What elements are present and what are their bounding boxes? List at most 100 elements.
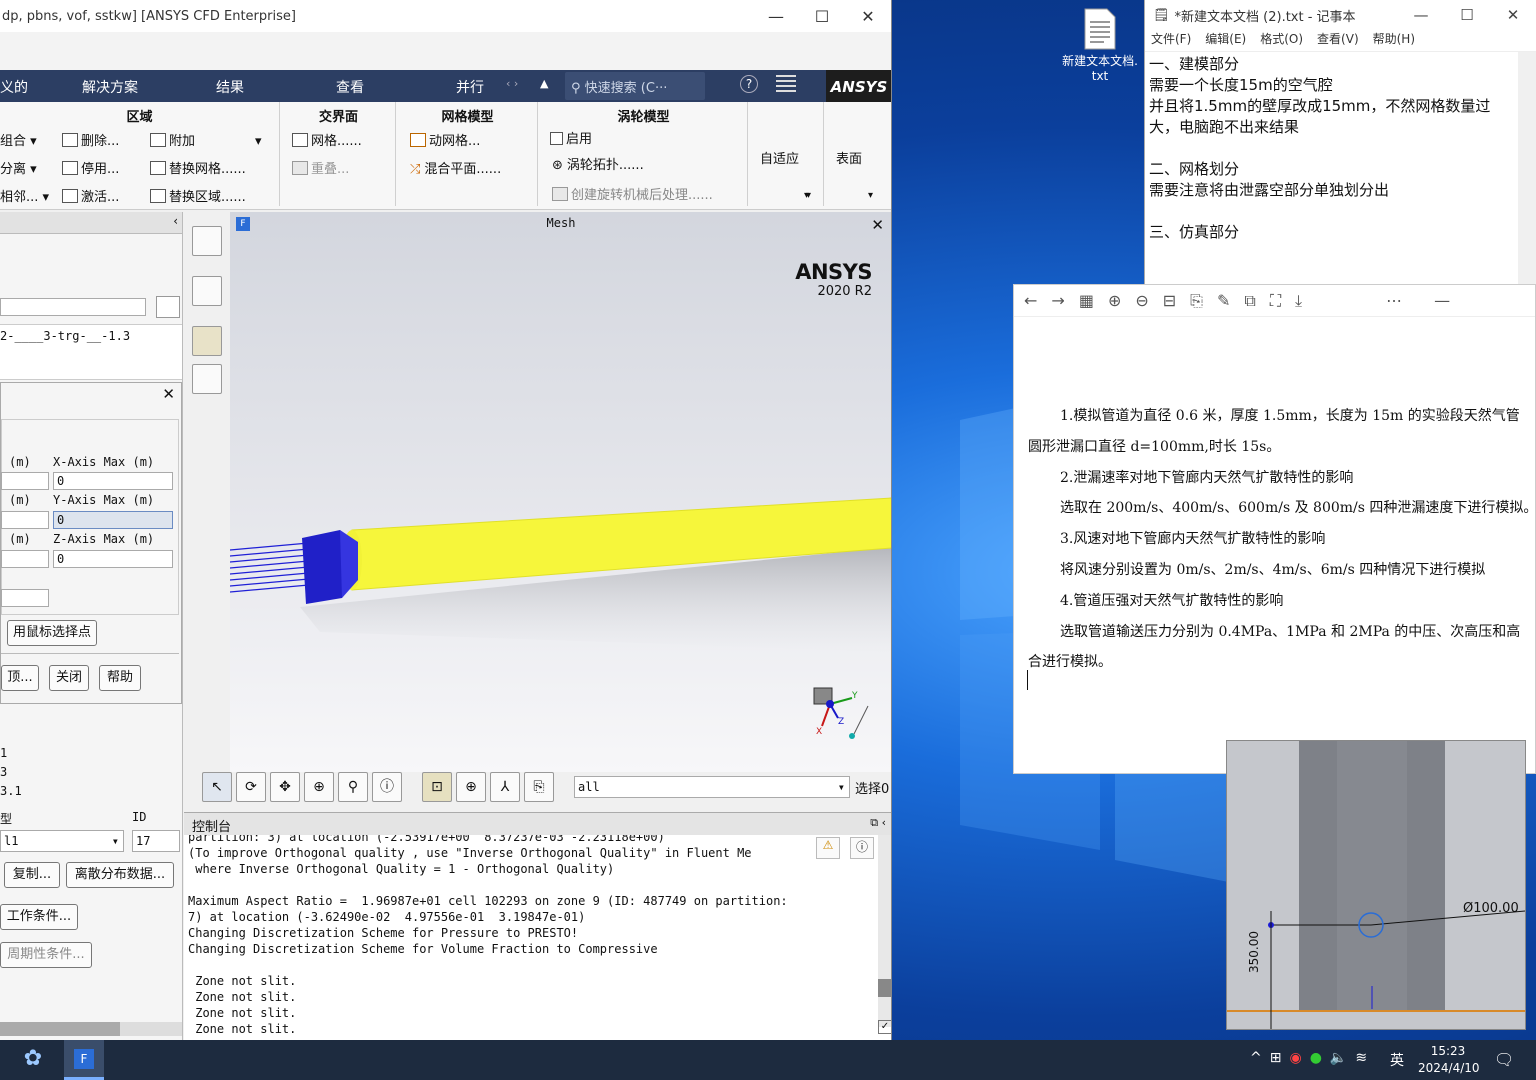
quick-search-input[interactable]: ⚲ 快速搜索 (C··· (565, 72, 705, 100)
overset-button[interactable]: 重叠... (292, 158, 349, 177)
horizontal-scrollbar[interactable] (0, 1022, 182, 1036)
turbo-enable-checkbox[interactable]: 启用 (550, 128, 592, 147)
combine-button[interactable]: 组合 ▾ (0, 130, 37, 149)
notepad-maximize-button[interactable]: ☐ (1444, 6, 1490, 24)
help-icon[interactable]: ? (740, 75, 758, 93)
turbo-postprocess-button[interactable]: 创建旋转机械后处理...... (552, 184, 713, 203)
clock[interactable]: 15:23 2024/4/10 (1418, 1043, 1480, 1077)
console-scrollbar[interactable] (878, 835, 891, 1027)
delete-button[interactable]: 删除... (62, 130, 119, 149)
deactivate-button[interactable]: 停用... (62, 158, 119, 177)
show-hidden-icon[interactable]: ^ (1250, 1050, 1270, 1066)
view-options-icon[interactable]: ⎘ (524, 772, 554, 802)
zoom-in-icon[interactable]: ⊕ (456, 772, 486, 802)
zoom-in-icon[interactable]: ⊕ (1108, 291, 1121, 310)
append-button[interactable]: 附加 ▾ (150, 130, 262, 149)
maximize-button[interactable]: ☐ (799, 7, 845, 26)
more-options-icon[interactable]: ⋯ (1386, 291, 1402, 310)
adapt-button[interactable]: 自适应 (760, 148, 799, 167)
x-max-input[interactable]: 0 (53, 472, 173, 490)
notepad-menu-help[interactable]: 帮助(H) (1373, 30, 1415, 51)
discrete-data-button[interactable]: 离散分布数据... (66, 862, 174, 888)
forward-arrow-icon[interactable]: → (1051, 291, 1064, 310)
help-button[interactable]: 帮助 (99, 665, 141, 691)
tree-filter-input[interactable] (0, 298, 146, 316)
taskbar-fluent-button[interactable]: F (64, 1040, 104, 1080)
console-output[interactable]: partition: 3) at location (-2.53917e+00 … (188, 829, 788, 1037)
wechat-icon[interactable]: ● (1310, 1050, 1330, 1066)
notepad-menu-format[interactable]: 格式(O) (1260, 30, 1303, 51)
pan-icon[interactable]: ✥ (270, 772, 300, 802)
menu-tab-view[interactable]: 查看 (336, 77, 364, 97)
id-input[interactable]: 17 (132, 830, 180, 852)
select-points-button[interactable]: 用鼠标选择点 (7, 620, 97, 646)
rotate-page-icon[interactable]: ⎘ (1190, 291, 1203, 311)
copy-button[interactable]: 复制... (4, 862, 60, 888)
layout-menu-icon[interactable] (776, 75, 796, 93)
activate-button[interactable]: 激活... (62, 186, 119, 205)
close-button[interactable]: 关闭 (49, 665, 89, 691)
ime-indicator[interactable]: 英 (1390, 1050, 1404, 1070)
close-window-button[interactable]: ✕ (845, 7, 891, 26)
zoom-out-icon[interactable]: ⊖ (1135, 291, 1148, 310)
console-undock-icon[interactable]: ⧉ ‹ (870, 816, 886, 830)
menu-scroll-arrows-icon[interactable]: ‹ › (506, 77, 518, 90)
z-max-input[interactable]: 0 (53, 550, 173, 568)
notepad-minimize-button[interactable]: — (1398, 6, 1444, 24)
selection-filter-select[interactable]: all ▾ (574, 776, 850, 798)
type-select[interactable]: l1 ▾ (0, 830, 124, 852)
adapt-expand-icon[interactable]: ▾ (806, 190, 811, 201)
desktop-file-icon[interactable]: 新建文本文档.txt (1062, 8, 1138, 84)
menu-tab-solution[interactable]: 解决方案 (82, 77, 138, 97)
network-switch-icon[interactable]: ⊞ (1270, 1050, 1290, 1066)
probe-info-icon[interactable]: ⓘ (372, 772, 402, 802)
operating-conditions-button[interactable]: 工作条件... (0, 904, 78, 930)
copy-icon[interactable]: ⧉ (1244, 291, 1255, 311)
fit-width-icon[interactable]: ⊟ (1163, 291, 1176, 310)
options-button[interactable]: 顶... (1, 665, 39, 691)
separate-button[interactable]: 分离 ▾ (0, 158, 37, 177)
fullscreen-icon[interactable]: ⛶ (1270, 291, 1281, 311)
volume-icon[interactable]: 🔈 (1330, 1050, 1355, 1066)
tree-item[interactable]: 2-____3-trg-__-1.3 (0, 329, 130, 343)
notification-icon[interactable]: 🗨 (1494, 1050, 1514, 1069)
warning-icon[interactable]: ⚠ (816, 837, 840, 859)
menu-tab-setup[interactable]: 义的 (0, 77, 28, 97)
rotate-icon[interactable]: ⟳ (236, 772, 266, 802)
notepad-scrollbar[interactable] (1518, 52, 1536, 284)
z-min-input[interactable] (1, 550, 49, 568)
interface-mesh-button[interactable]: 网格...... (292, 130, 362, 149)
download-icon[interactable]: ⤓ (1295, 291, 1302, 311)
mixing-plane-button[interactable]: ⤮ 混合平面...... (410, 158, 501, 177)
pointer-icon[interactable]: ↖ (202, 772, 232, 802)
notepad-text-area[interactable]: 一、建模部分 需要一个长度15m的空气腔 并且将1.5mm的壁厚改成15mm，不然网… (1145, 52, 1536, 245)
collapse-left-icon[interactable]: ‹ (173, 214, 178, 228)
extra-input[interactable] (1, 589, 49, 607)
y-max-input[interactable]: 0 (53, 511, 173, 529)
taskbar-app-icon[interactable]: ✿ (16, 1046, 50, 1074)
vectors-icon[interactable] (192, 364, 222, 394)
contours-icon[interactable] (192, 326, 222, 356)
surface-button[interactable]: 表面 (836, 148, 862, 167)
minimize-button[interactable]: — (753, 7, 799, 26)
replace-mesh-button[interactable]: 替换网格...... (150, 158, 246, 177)
adjacency-button[interactable]: 相邻... ▾ (0, 186, 49, 205)
x-min-input[interactable] (1, 472, 49, 490)
display-mesh-icon[interactable] (192, 276, 222, 306)
notepad-close-button[interactable]: ✕ (1490, 6, 1536, 24)
axes-icon[interactable]: ⅄ (490, 772, 520, 802)
fit-to-window-icon[interactable]: ⊡ (422, 772, 452, 802)
zoom-region-icon[interactable]: ⊕ (304, 772, 334, 802)
replace-zone-button[interactable]: 替换区域...... (150, 186, 246, 205)
menu-tab-results[interactable]: 结果 (216, 77, 244, 97)
wifi-icon[interactable]: ≋ (1355, 1050, 1375, 1066)
copy-view-icon[interactable] (192, 226, 222, 256)
edit-icon[interactable]: ✎ (1217, 291, 1230, 310)
graphics-window[interactable]: F Mesh ✕ ANSYS 2020 R2 Y X Z (230, 212, 891, 772)
turbo-topology-button[interactable]: ⊛ 涡轮拓扑...... (552, 154, 644, 173)
thumbnails-icon[interactable]: ▦ (1079, 291, 1094, 310)
app-tray-icon[interactable]: ◉ (1289, 1050, 1309, 1066)
notepad-menu-edit[interactable]: 编辑(E) (1205, 30, 1246, 51)
viewer-minimize-icon[interactable]: — (1434, 291, 1450, 310)
y-min-input[interactable] (1, 511, 49, 529)
